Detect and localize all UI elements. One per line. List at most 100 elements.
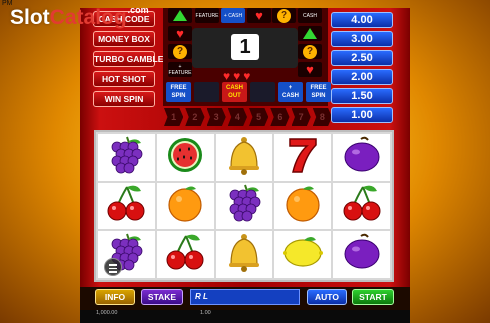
reel-grid <box>98 134 390 278</box>
step-track: 1 2 3 4 5 6 7 8 <box>164 108 332 126</box>
cash-label: + CASH <box>223 12 243 19</box>
reel-cell <box>274 182 332 230</box>
ladder-cell: + CASH <box>221 8 245 23</box>
info-strip: 1,000.00 1.00 <box>80 310 410 323</box>
step-cell: 4 <box>227 108 247 126</box>
heart-icon: ♥ <box>306 62 314 77</box>
reel-cell <box>274 134 332 181</box>
bell-icon <box>221 135 267 180</box>
stake-value: 1.00 <box>200 310 211 316</box>
question-icon: ? <box>173 44 187 59</box>
step-cell: 7 <box>291 108 311 126</box>
side-menu-win-spin[interactable]: WIN SPIN <box>93 91 155 107</box>
feature-cash-out: CASH OUT <box>222 82 247 102</box>
step-cell: 3 <box>206 108 226 126</box>
feature-bonus <box>250 82 275 102</box>
ladder-cell: + FEATURE <box>168 62 192 77</box>
reel-cell <box>333 231 390 278</box>
ladder-cell: ? <box>298 44 322 59</box>
ladder-cell: CASH <box>298 8 322 23</box>
bonus-counter-number: 1 <box>231 34 259 60</box>
reel-cell <box>215 134 273 181</box>
feature-plus-cash: + CASH <box>278 82 303 102</box>
question-icon: ? <box>277 8 291 23</box>
step-cell: 6 <box>270 108 290 126</box>
plum-icon <box>339 232 385 277</box>
ladder-cell: ♥ <box>247 8 271 23</box>
prize-ladder: 4.00 3.00 2.50 2.00 1.50 1.00 <box>331 12 393 126</box>
feature-label: + FEATURE <box>168 63 192 76</box>
arrow-up-icon <box>303 28 317 39</box>
grapes-icon <box>103 135 149 180</box>
side-menu-turbo-gamble[interactable]: TURBO GAMBLE <box>93 51 163 67</box>
prize-value: 4.00 <box>331 12 393 28</box>
heart-icon: ♥ <box>243 69 251 83</box>
prize-value: 1.50 <box>331 88 393 104</box>
cherries-icon <box>339 183 385 228</box>
heart-icon: ♥ <box>255 8 263 23</box>
reel-cell <box>333 134 390 181</box>
orange-icon <box>280 183 326 228</box>
side-menu-money-box[interactable]: MONEY BOX <box>93 31 155 47</box>
ladder-cell: ♥ <box>298 62 322 77</box>
feature-label: FEATURE <box>195 12 219 19</box>
bonus-counter-display: 1 <box>192 28 298 68</box>
reel-cell <box>156 134 214 181</box>
arrow-up-icon <box>173 10 187 21</box>
orange-icon <box>162 183 208 228</box>
bell-icon <box>221 232 267 277</box>
plum-icon <box>339 135 385 180</box>
reel-cell <box>274 231 332 278</box>
message-display: R L <box>190 289 300 305</box>
feature-free-spin: FREE SPIN <box>166 82 191 102</box>
cash-label: CASH <box>303 12 317 19</box>
stake-button[interactable]: STAKE <box>141 289 183 305</box>
prize-value: 2.00 <box>331 69 393 85</box>
lives-hearts: ♥ ♥ ♥ <box>223 70 250 82</box>
auto-button[interactable]: AUTO <box>307 289 347 305</box>
step-cell: 8 <box>312 108 332 126</box>
watermelon-icon <box>162 135 208 180</box>
feature-bonus <box>194 82 219 102</box>
grapes-icon <box>221 183 267 228</box>
heart-icon: ♥ <box>223 69 231 83</box>
info-button[interactable]: INFO <box>95 289 135 305</box>
step-cell: 5 <box>249 108 269 126</box>
ladder-right-column: ? <box>272 8 296 26</box>
ladder-left-column: ♥ ? + FEATURE <box>168 8 192 80</box>
reel-window <box>94 130 394 282</box>
step-cell: 1 <box>164 108 184 126</box>
feature-free-spin: FREE SPIN <box>306 82 331 102</box>
reel-cell <box>98 134 155 181</box>
heart-icon: ♥ <box>176 26 184 41</box>
ladder-mid-column: FEATURE <box>195 8 219 26</box>
heart-icon: ♥ <box>233 69 241 83</box>
step-cell: 2 <box>185 108 205 126</box>
ladder-cell: FEATURE <box>195 8 219 23</box>
ladder-cell: ♥ <box>168 26 192 41</box>
cherries-icon <box>162 232 208 277</box>
balance-value: 1,000.00 <box>96 310 118 316</box>
prize-value: 2.50 <box>331 50 393 66</box>
reel-cell <box>215 231 273 278</box>
reel-cell <box>333 182 390 230</box>
reel-cell <box>156 231 214 278</box>
reel-cell <box>98 182 155 230</box>
ladder-cell <box>298 26 322 41</box>
prize-value: 3.00 <box>331 31 393 47</box>
side-menu-hot-shot[interactable]: HOT SHOT <box>93 71 155 87</box>
question-icon: ? <box>303 44 317 59</box>
ladder-right-column: CASH ? ♥ <box>298 8 322 80</box>
ladder-cell: ? <box>168 44 192 59</box>
ladder-cell <box>168 8 192 23</box>
start-button[interactable]: START <box>352 289 394 305</box>
reel-cell <box>215 182 273 230</box>
prize-value: 1.00 <box>331 107 393 123</box>
menu-button[interactable] <box>104 258 122 276</box>
ladder-mid-column: + CASH <box>221 8 245 26</box>
lemon-icon <box>280 232 326 277</box>
feature-row: FREE SPIN CASH OUT + CASH FREE SPIN <box>166 82 331 102</box>
ladder-mid-column: ♥ <box>247 8 271 26</box>
reel-cell <box>156 182 214 230</box>
watermark-logo: SlotCatalog .com <box>10 5 149 29</box>
